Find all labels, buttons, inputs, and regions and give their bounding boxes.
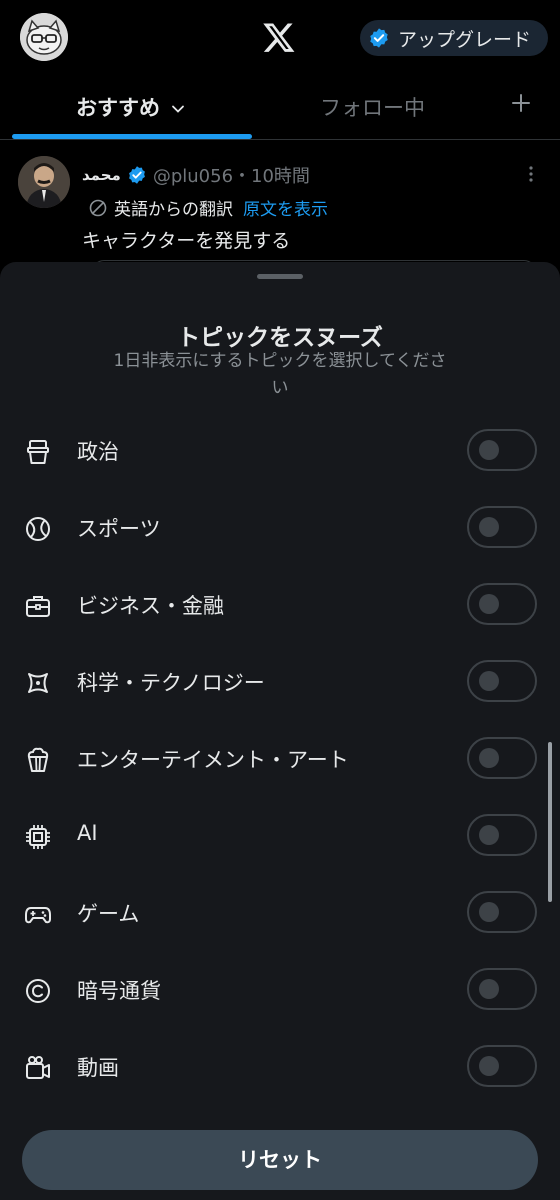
- verified-badge-icon: [370, 28, 388, 48]
- tweet-author-name[interactable]: محمد: [82, 166, 121, 184]
- topic-label: 科学・テクノロジー: [77, 671, 265, 695]
- topic-toggle[interactable]: [467, 583, 537, 625]
- toggle-knob: [479, 979, 499, 999]
- topic-toggle[interactable]: [467, 737, 537, 779]
- tweet-header: محمد @plu056・10時間: [82, 162, 310, 188]
- sheet-title: トピックをスヌーズ: [177, 325, 383, 351]
- x-logo-icon: [262, 20, 296, 54]
- atom-icon: [28, 673, 48, 693]
- toggle-knob: [479, 440, 499, 460]
- topic-toggle[interactable]: [467, 429, 537, 471]
- topic-label: AI: [77, 821, 98, 845]
- topic-toggle[interactable]: [467, 814, 537, 856]
- tab-following-label: フォロー中: [320, 96, 425, 120]
- topic-toggle[interactable]: [467, 891, 537, 933]
- toggle-knob: [479, 594, 499, 614]
- topic-row-politics[interactable]: 政治: [0, 412, 560, 489]
- tweet[interactable]: محمد @plu056・10時間 英語からの翻訳 原文を表示 キャラクターを発…: [0, 140, 560, 290]
- topic-label: エンターテイメント・アート: [77, 748, 349, 772]
- topic-label: ゲーム: [77, 902, 140, 926]
- toggle-knob: [479, 825, 499, 845]
- reset-button[interactable]: リセット: [22, 1130, 538, 1190]
- politics-icon: [27, 440, 49, 464]
- translation-notice: 英語からの翻訳 原文を表示: [88, 195, 328, 220]
- video-camera-icon: [26, 1056, 50, 1079]
- toggle-knob: [479, 902, 499, 922]
- tab-for-you-label: おすすめ: [76, 96, 160, 120]
- verified-badge-icon: [128, 166, 145, 184]
- tab-following[interactable]: フォロー中: [320, 92, 425, 122]
- topic-row-sports[interactable]: スポーツ: [0, 489, 560, 566]
- topic-label: 政治: [77, 440, 119, 464]
- sheet-scrollbar[interactable]: [548, 742, 552, 902]
- tweet-text: キャラクターを発見する: [82, 230, 291, 252]
- topic-row-science-tech[interactable]: 科学・テクノロジー: [0, 643, 560, 720]
- toggle-knob: [479, 748, 499, 768]
- chip-icon: [26, 825, 50, 849]
- toggle-knob: [479, 517, 499, 537]
- chevron-down-icon: [172, 105, 185, 113]
- sheet-drag-handle[interactable]: [257, 274, 303, 279]
- topic-toggle[interactable]: [467, 1045, 537, 1087]
- topic-label: ビジネス・金融: [77, 594, 224, 618]
- topic-toggle[interactable]: [467, 506, 537, 548]
- topic-row-entertainment[interactable]: エンターテイメント・アート: [0, 720, 560, 797]
- topic-toggle[interactable]: [467, 968, 537, 1010]
- translated-from-label: 英語からの翻訳: [114, 200, 233, 220]
- coin-icon: [26, 979, 50, 1003]
- toggle-knob: [479, 1056, 499, 1076]
- topic-row-games[interactable]: ゲーム: [0, 874, 560, 951]
- topic-label: 動画: [77, 1056, 119, 1080]
- topic-row-crypto[interactable]: 暗号通貨: [0, 951, 560, 1028]
- toggle-knob: [479, 671, 499, 691]
- profile-avatar[interactable]: [20, 13, 68, 61]
- add-tab-icon[interactable]: [510, 92, 532, 114]
- show-original-link[interactable]: 原文を表示: [243, 195, 328, 220]
- timeline-tabs: おすすめ フォロー中: [0, 80, 560, 138]
- topic-label: スポーツ: [77, 517, 161, 541]
- topic-label: 暗号通貨: [77, 979, 161, 1003]
- upgrade-label: アップグレード: [398, 28, 532, 51]
- more-options-icon[interactable]: [526, 164, 536, 184]
- sheet-subtitle: 1日非表示にするトピックを選択してください: [113, 351, 447, 398]
- tab-for-you[interactable]: おすすめ: [76, 92, 185, 122]
- snooze-topics-sheet: トピックをスヌーズ 1日非表示にするトピックを選択してください 政治 スポーツ: [0, 262, 560, 1200]
- popcorn-icon: [27, 747, 49, 772]
- top-bar: アップグレード: [0, 0, 560, 80]
- topic-row-ai[interactable]: AI: [0, 797, 560, 874]
- tweet-author-avatar[interactable]: [18, 156, 70, 208]
- briefcase-icon: [26, 596, 50, 617]
- gamepad-icon: [25, 907, 51, 924]
- sports-ball-icon: [26, 517, 50, 541]
- upgrade-button[interactable]: アップグレード: [360, 20, 548, 56]
- translate-icon: [89, 199, 107, 216]
- topic-toggle[interactable]: [467, 660, 537, 702]
- topic-row-business[interactable]: ビジネス・金融: [0, 566, 560, 643]
- tweet-handle-time: @plu056・10時間: [152, 166, 310, 187]
- topic-row-video[interactable]: 動画: [0, 1028, 560, 1105]
